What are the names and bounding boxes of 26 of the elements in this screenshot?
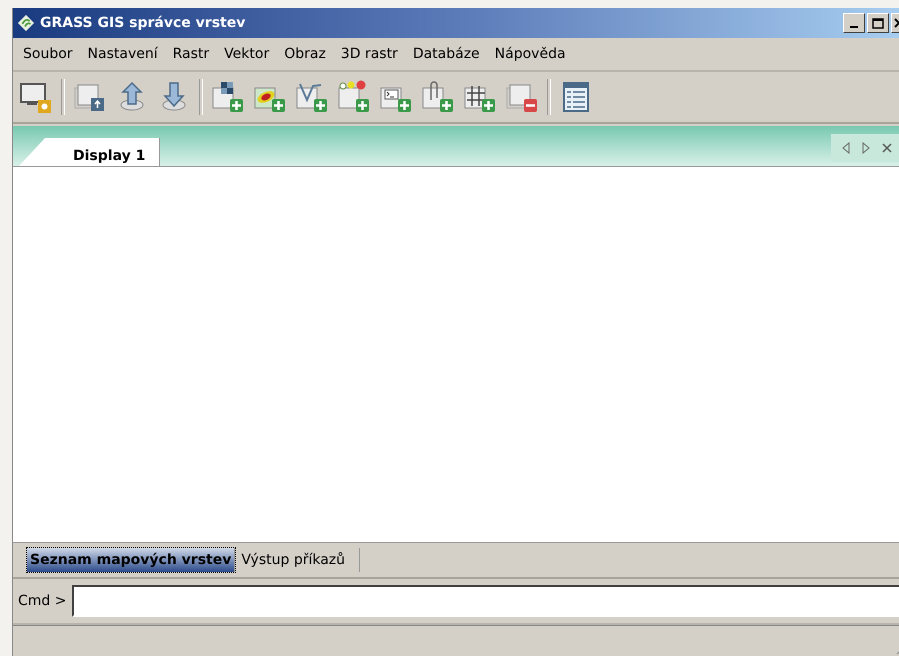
command-input[interactable] [72, 585, 899, 617]
paperclip-add-icon [421, 80, 455, 114]
menu-item[interactable]: Soubor [17, 46, 82, 62]
points-add-icon [337, 80, 371, 114]
window-title: GRASS GIS správce vrstev [40, 15, 246, 31]
display-tab[interactable]: Display 1 [19, 138, 160, 166]
minimize-icon [850, 26, 858, 28]
scroll-right-icon[interactable] [861, 142, 871, 154]
raster-add-icon [211, 80, 245, 114]
app-logo-icon [17, 14, 35, 32]
menu-item[interactable]: 3D rastr [334, 46, 407, 62]
menu-item[interactable]: Nápověda [488, 46, 575, 62]
maximize-icon [872, 18, 884, 28]
scroll-left-icon[interactable] [841, 142, 851, 154]
panel-tab[interactable]: Seznam mapových vrstev [27, 548, 236, 572]
menu-item[interactable]: Databáze [406, 46, 489, 62]
command-label: Cmd > [18, 593, 66, 609]
monitor-icon [19, 80, 53, 114]
panel-tab[interactable]: Výstup příkazů [235, 548, 360, 572]
menu-item[interactable]: Rastr [166, 46, 218, 62]
menu-item[interactable]: Nastavení [82, 46, 167, 62]
minimize-button[interactable] [843, 13, 865, 33]
close-tab-icon[interactable] [881, 142, 893, 154]
maximize-button[interactable] [867, 13, 889, 33]
menu-item[interactable]: Obraz [278, 46, 335, 62]
menu-item[interactable]: Vektor [218, 46, 278, 62]
